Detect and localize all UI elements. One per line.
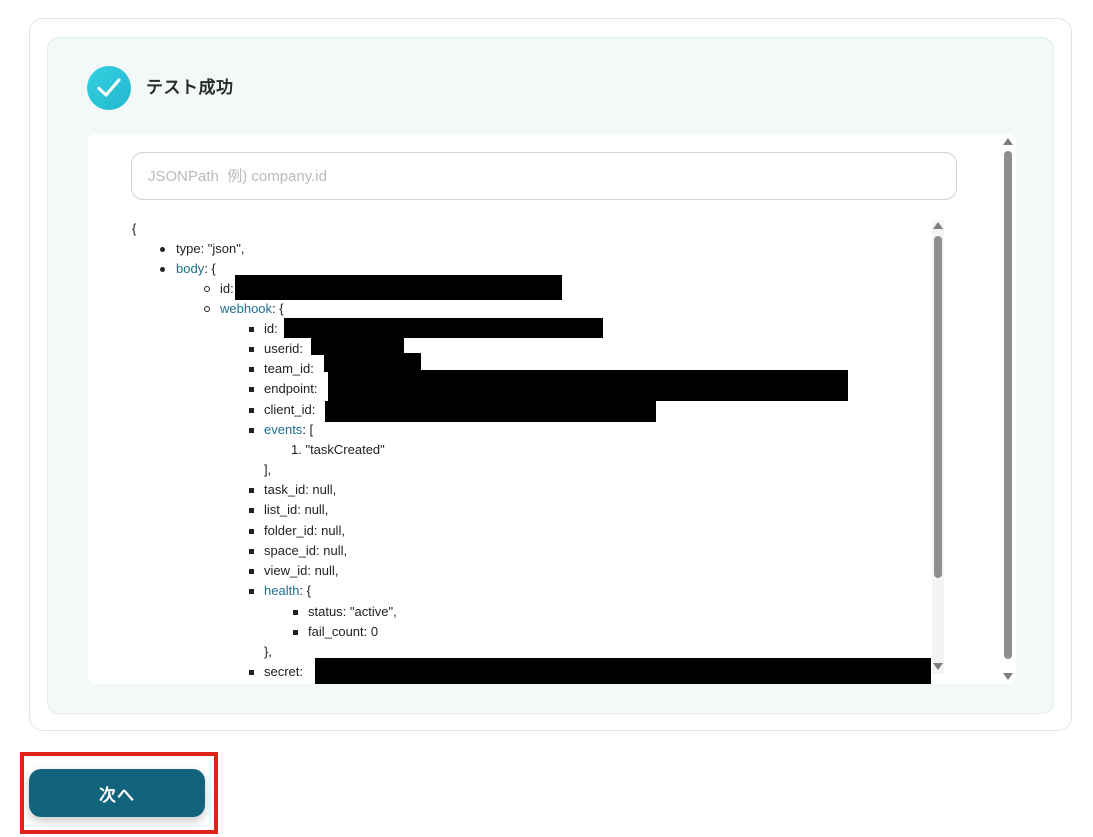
body-key-link[interactable]: body: [176, 261, 204, 276]
redacted-block: [315, 658, 931, 684]
tree-item-body-id: id:: [204, 279, 234, 299]
tree-item-events[interactable]: events: [: [249, 420, 313, 440]
tree-item-view-id: view_id: null,: [249, 561, 338, 581]
tree-item-event-0: 1. "taskCreated": [291, 442, 385, 457]
tree-item-webhook-id: id:: [249, 319, 278, 339]
tree-item-userid: userid:: [249, 339, 303, 359]
tree-item-fail-count: fail_count: 0: [293, 622, 378, 642]
tree-item-health[interactable]: health: {: [249, 581, 311, 601]
tree-events-close: ],: [264, 462, 272, 477]
inner-scroll-thumb[interactable]: [934, 236, 942, 578]
tree-item-body[interactable]: body: {: [160, 259, 216, 279]
tree-item-webhook[interactable]: webhook: {: [204, 299, 284, 319]
jsonpath-search-input[interactable]: [131, 152, 957, 200]
tree-item-client-id: client_id:: [249, 400, 315, 420]
outer-scroll-down-icon[interactable]: [1003, 673, 1013, 680]
outer-scroll-thumb[interactable]: [1004, 151, 1012, 659]
tree-item-endpoint: endpoint:: [249, 379, 318, 399]
inner-scroll-down-icon[interactable]: [933, 663, 943, 670]
webhook-key-link[interactable]: webhook: [220, 301, 272, 316]
tree-item-secret: secret:: [249, 662, 303, 682]
outer-scroll-up-icon[interactable]: [1003, 138, 1013, 145]
check-circle-icon: [87, 66, 131, 110]
tree-open-brace: {: [132, 221, 137, 236]
tree-item-team-id: team_id:: [249, 359, 314, 379]
json-tree: { type: "json", body: { id: webhook: { i…: [128, 214, 932, 684]
redacted-block: [325, 401, 656, 422]
test-success-title: テスト成功: [146, 78, 234, 97]
redacted-block: [235, 275, 562, 300]
next-button[interactable]: 次へ: [29, 769, 205, 817]
inner-scroll-up-icon[interactable]: [933, 222, 943, 229]
tree-item-list-id: list_id: null,: [249, 500, 328, 520]
tree-item-task-id: task_id: null,: [249, 480, 336, 500]
tree-item-space-id: space_id: null,: [249, 541, 347, 561]
events-key-link[interactable]: events: [264, 422, 302, 437]
tree-item-folder-id: folder_id: null,: [249, 521, 345, 541]
redacted-block: [284, 318, 603, 338]
tree-item-type: type: "json",: [160, 239, 245, 259]
tree-item-status: status: "active",: [293, 602, 397, 622]
tree-health-close: },: [264, 644, 272, 659]
health-key-link[interactable]: health: [264, 583, 299, 598]
redacted-block: [328, 370, 848, 401]
